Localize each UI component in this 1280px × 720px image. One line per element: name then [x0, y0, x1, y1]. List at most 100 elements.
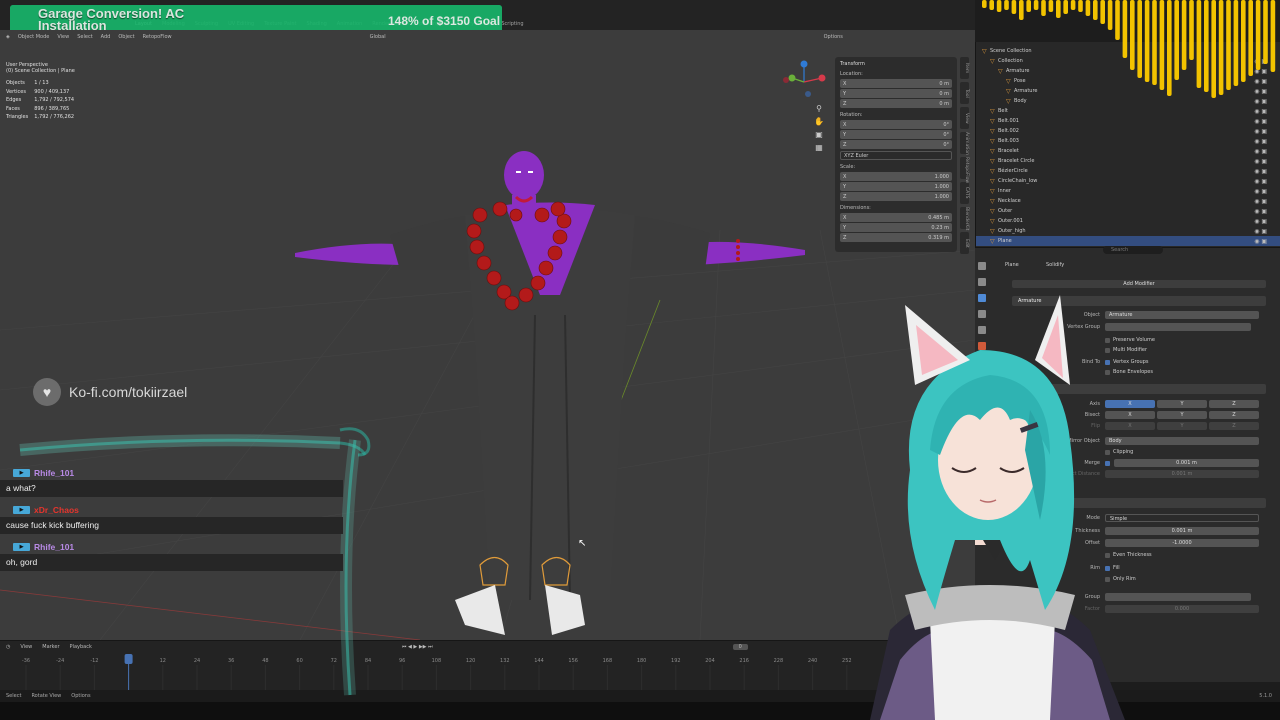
chat-user: ▶ Rhife_101: [13, 542, 74, 552]
outliner-item[interactable]: ▽ Outer_high ◉ ▣: [976, 226, 1280, 236]
mode-dropdown[interactable]: Object Mode: [18, 34, 50, 40]
outliner-item[interactable]: ▽ Belt.002 ◉ ▣: [976, 126, 1280, 136]
timeline-tick-label: 120: [466, 658, 476, 664]
tab-animation[interactable]: Animation: [960, 132, 969, 155]
search-field[interactable]: Search: [1103, 246, 1163, 254]
add-modifier-button[interactable]: Add Modifier: [1012, 280, 1266, 288]
audio-bar: [982, 0, 987, 8]
flip-axis-z[interactable]: Z: [1209, 422, 1259, 430]
eye-icon[interactable]: ◉ ▣: [1254, 148, 1267, 155]
field-value: 0.319 m: [928, 234, 949, 241]
object-type-icon: ▽: [990, 117, 995, 125]
rotation-mode-dropdown[interactable]: XYZ Euler: [840, 151, 952, 160]
outliner-item[interactable]: ▽ Outer ◉ ▣: [976, 206, 1280, 216]
axis-label: Z: [843, 234, 847, 241]
navigation-gizmo[interactable]: [780, 58, 828, 106]
chat-username: Rhife_101: [34, 542, 75, 552]
outliner-item[interactable]: ▽ BézierCircle ◉ ▣: [976, 166, 1280, 176]
zoom-icon[interactable]: ⚲: [812, 104, 826, 116]
eye-icon[interactable]: ◉ ▣: [1254, 118, 1267, 125]
current-frame-field[interactable]: 0: [732, 643, 748, 650]
outliner-item[interactable]: ▽ Plane ◉ ▣: [976, 236, 1280, 246]
rotation-y-field[interactable]: Y 0°: [840, 130, 952, 139]
hand-icon[interactable]: ✋: [812, 117, 826, 129]
rotation-z-field[interactable]: Z 0°: [840, 140, 952, 149]
camera-icon[interactable]: ▣: [812, 130, 826, 142]
mirror-axis-z[interactable]: Z: [1209, 400, 1259, 408]
outliner-item[interactable]: ▽ Inner ◉ ▣: [976, 186, 1280, 196]
menu-object[interactable]: Object: [118, 34, 134, 40]
outliner-item[interactable]: ▽ Belt.001 ◉ ▣: [976, 116, 1280, 126]
outliner-item[interactable]: ▽ Belt ◉ ▣: [976, 106, 1280, 116]
eye-icon[interactable]: ◉ ▣: [1254, 168, 1267, 175]
scale-x-field[interactable]: X 1.000: [840, 172, 952, 181]
play-controls[interactable]: ⏮ ◀ ▶ ▶▶ ⏭: [402, 644, 433, 650]
dimension-x-field[interactable]: X 0.485 m: [840, 213, 952, 222]
outliner-item[interactable]: ▽ Necklace ◉ ▣: [976, 196, 1280, 206]
menu-add[interactable]: Add: [101, 34, 111, 40]
field-value: 0 m: [939, 100, 949, 107]
rotation-x-field[interactable]: X 0°: [840, 120, 952, 129]
field-value: 1.000: [934, 173, 949, 180]
tab-tool[interactable]: Tool: [960, 82, 969, 104]
audio-bar: [1204, 0, 1209, 92]
grid-view-icon[interactable]: ▦: [812, 143, 826, 155]
vtuber-avatar: [870, 295, 1125, 720]
bisect-axis-z[interactable]: Z: [1209, 411, 1259, 419]
audio-bar: [1159, 0, 1165, 90]
menu-retopoflow[interactable]: RetopoFlow: [143, 34, 172, 40]
options-button[interactable]: Options: [824, 34, 843, 40]
tab-cats[interactable]: CATS: [960, 182, 969, 204]
stat-value: 1,792 / 792,574: [34, 97, 75, 104]
dimension-z-field[interactable]: Z 0.319 m: [840, 233, 952, 242]
tab-view[interactable]: View: [960, 107, 969, 129]
audio-bar: [1270, 0, 1276, 72]
chat-message: oh, gord: [0, 554, 343, 571]
flip-axis-y[interactable]: Y: [1157, 422, 1207, 430]
merge-distance-field[interactable]: 0.001 m: [1114, 459, 1259, 467]
scale-z-field[interactable]: Z 1.000: [840, 192, 952, 201]
tab-edit[interactable]: Edit: [960, 232, 969, 254]
outliner-item[interactable]: ▽ Bracelet ◉ ▣: [976, 146, 1280, 156]
outliner-item[interactable]: ▽ Bracelet Circle ◉ ▣: [976, 156, 1280, 166]
eye-icon[interactable]: ◉ ▣: [1254, 178, 1267, 185]
object-type-icon: ▽: [990, 187, 995, 195]
menu-select[interactable]: Select: [77, 34, 92, 40]
outliner-item[interactable]: ▽ Belt.003 ◉ ▣: [976, 136, 1280, 146]
eye-icon[interactable]: ◉ ▣: [1254, 138, 1267, 145]
tab-item[interactable]: Item: [960, 57, 969, 79]
tab-retopoflow[interactable]: RetopoFlow: [960, 157, 969, 183]
eye-icon[interactable]: ◉ ▣: [1254, 188, 1267, 195]
outliner-item-label: Belt: [998, 108, 1008, 114]
menu-view[interactable]: View: [57, 34, 69, 40]
eye-icon[interactable]: ◉ ▣: [1254, 218, 1267, 225]
outliner-item-label: Bracelet: [998, 148, 1019, 154]
transform-orientation[interactable]: Global: [370, 34, 386, 40]
outliner-item[interactable]: ▽ Outer.001 ◉ ▣: [976, 216, 1280, 226]
eye-icon[interactable]: ◉ ▣: [1254, 238, 1267, 245]
blender-logo-icon[interactable]: ◈: [6, 34, 10, 40]
eye-icon[interactable]: ◉ ▣: [1254, 228, 1267, 235]
eye-icon[interactable]: ◉ ▣: [1254, 198, 1267, 205]
outliner-item-label: Necklace: [998, 198, 1021, 204]
eye-icon[interactable]: ◉ ▣: [1254, 128, 1267, 135]
outliner-item-label: Belt.001: [998, 118, 1019, 124]
mirror-axis-y[interactable]: Y: [1157, 400, 1207, 408]
eye-icon[interactable]: ◉ ▣: [1254, 208, 1267, 215]
dimension-y-field[interactable]: Y 0.23 m: [840, 223, 952, 232]
scale-y-field[interactable]: Y 1.000: [840, 182, 952, 191]
workspace-tab-scripting[interactable]: Scripting: [501, 21, 523, 27]
location-x-field[interactable]: X 0 m: [840, 79, 952, 88]
stat-label: Objects: [6, 80, 25, 87]
location-y-field[interactable]: Y 0 m: [840, 89, 952, 98]
eye-icon[interactable]: ◉ ▣: [1254, 158, 1267, 165]
axis-label: Z: [843, 193, 847, 200]
eye-icon[interactable]: ◉ ▣: [1254, 108, 1267, 115]
outliner-item[interactable]: ▽ CircleChain_low ◉ ▣: [976, 176, 1280, 186]
tab-blenderkit[interactable]: BlenderKit: [960, 207, 969, 230]
bisect-axis-y[interactable]: Y: [1157, 411, 1207, 419]
outliner-item-label: Outer: [998, 208, 1013, 214]
object-type-icon: ▽: [990, 127, 995, 135]
audio-bar: [1122, 0, 1128, 58]
location-z-field[interactable]: Z 0 m: [840, 99, 952, 108]
